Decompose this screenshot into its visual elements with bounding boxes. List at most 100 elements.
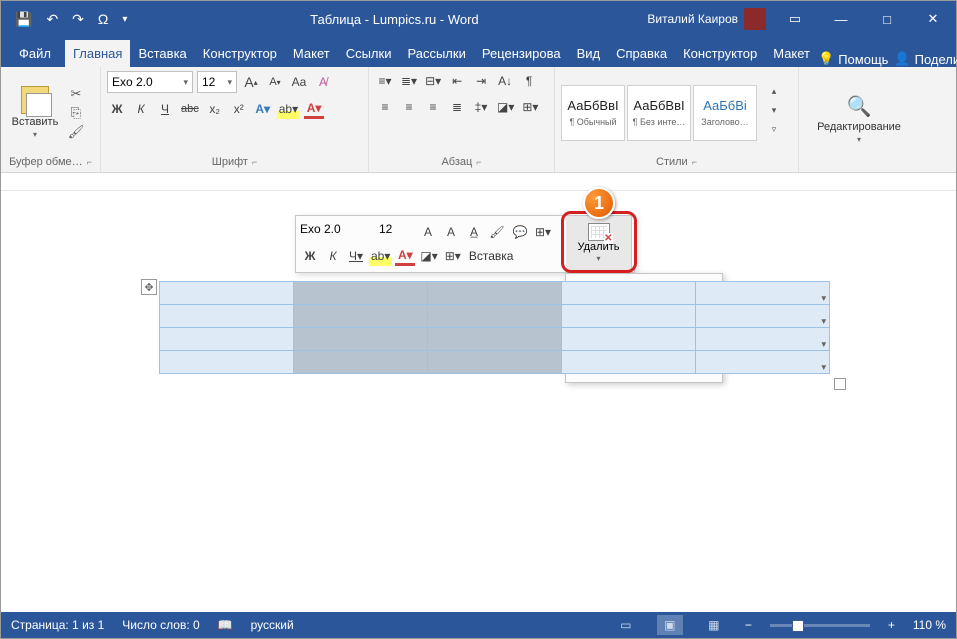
tab-references[interactable]: Ссылки (338, 40, 400, 67)
minimize-button[interactable]: — (818, 1, 864, 37)
read-mode-icon[interactable]: ▭ (613, 615, 639, 635)
subscript-button[interactable]: x₂ (205, 99, 225, 119)
qat-dropdown-icon[interactable]: ▾ (122, 14, 127, 25)
mini-insert-icon[interactable]: ⊞▾ (533, 222, 553, 242)
mini-styles-icon[interactable]: A̲ (464, 222, 484, 242)
align-left-icon[interactable]: ≡ (375, 97, 395, 117)
redo-icon[interactable]: ↷ (72, 11, 84, 28)
tab-view[interactable]: Вид (569, 40, 609, 67)
maximize-button[interactable]: □ (864, 1, 910, 37)
align-right-icon[interactable]: ≡ (423, 97, 443, 117)
horizontal-ruler[interactable] (1, 173, 956, 191)
mini-highlight-icon[interactable]: ab▾ (369, 246, 392, 266)
document-table[interactable]: ✥ (159, 281, 830, 374)
table-row[interactable] (160, 328, 830, 351)
user-account[interactable]: Виталий Каиров (647, 8, 772, 30)
mini-shading-icon[interactable]: ◪▾ (418, 246, 439, 266)
tab-insert[interactable]: Вставка (130, 40, 194, 67)
copy-icon[interactable]: ⎘ (67, 105, 85, 121)
justify-icon[interactable]: ≣ (447, 97, 467, 117)
web-layout-icon[interactable]: ▦ (701, 615, 727, 635)
mini-underline[interactable]: Ч▾ (346, 246, 366, 266)
tab-table-layout[interactable]: Макет (765, 40, 818, 67)
mini-new-comment-icon[interactable]: 💬 (510, 222, 530, 242)
shrink-font-icon[interactable]: A▾ (265, 72, 285, 92)
mini-format-painter-icon[interactable]: 🖌 (487, 222, 507, 242)
mini-font-color-icon[interactable]: A▾ (395, 246, 415, 266)
text-effects-icon[interactable]: A▾ (253, 99, 273, 119)
omega-icon[interactable]: Ω (98, 11, 108, 27)
print-layout-icon[interactable]: ▣ (657, 615, 683, 635)
grow-font-icon[interactable]: A▴ (241, 72, 261, 92)
mini-insert-button[interactable]: Вставка (466, 246, 517, 266)
font-color-icon[interactable]: A▾ (304, 99, 324, 119)
mini-italic[interactable]: К (323, 246, 343, 266)
underline-button[interactable]: Ч (155, 99, 175, 119)
styles-scroll-down-icon[interactable]: ▾ (765, 105, 783, 121)
sort-icon[interactable]: A↓ (495, 71, 515, 91)
mini-font-name[interactable]: Exo 2.0 (300, 222, 376, 242)
bullets-icon[interactable]: ≡▾ (375, 71, 395, 91)
format-painter-icon[interactable]: 🖌 (67, 124, 85, 140)
tab-mailings[interactable]: Рассылки (399, 40, 473, 67)
paste-button[interactable]: Вставить ▾ (7, 86, 63, 139)
save-icon[interactable]: 💾 (15, 11, 32, 28)
numbering-icon[interactable]: ≣▾ (399, 71, 419, 91)
undo-icon[interactable]: ↶ (46, 11, 58, 28)
proofing-icon[interactable]: 📖 (218, 618, 233, 632)
align-center-icon[interactable]: ≡ (399, 97, 419, 117)
share-button[interactable]: 👤 Поделиться (894, 51, 957, 67)
tab-layout[interactable]: Макет (285, 40, 338, 67)
delete-split-button[interactable]: Удалить ▾ (566, 215, 632, 271)
mini-bold[interactable]: Ж (300, 246, 320, 266)
styles-expand-icon[interactable]: ▿ (765, 124, 783, 140)
status-page[interactable]: Страница: 1 из 1 (11, 618, 104, 632)
italic-button[interactable]: К (131, 99, 151, 119)
decrease-indent-icon[interactable]: ⇤ (447, 71, 467, 91)
tab-review[interactable]: Рецензирова (474, 40, 569, 67)
zoom-slider[interactable] (770, 624, 870, 627)
zoom-level[interactable]: 110 % (913, 618, 946, 632)
tab-file[interactable]: Файл (5, 40, 65, 67)
font-name-select[interactable]: Exo 2.0 (107, 71, 193, 93)
cut-icon[interactable]: ✂ (67, 86, 85, 102)
mini-font-size[interactable]: 12 (379, 222, 415, 242)
tab-help[interactable]: Справка (608, 40, 675, 67)
tell-me[interactable]: 💡 Помощь (818, 51, 888, 67)
superscript-button[interactable]: x² (229, 99, 249, 119)
ribbon-options-button[interactable]: ▭ (772, 1, 818, 37)
tab-design[interactable]: Конструктор (195, 40, 285, 67)
tab-home[interactable]: Главная (65, 40, 130, 67)
font-size-select[interactable]: 12 (197, 71, 237, 93)
mini-shrink-icon[interactable]: A (441, 222, 461, 242)
table-row[interactable] (160, 282, 830, 305)
mini-grow-icon[interactable]: A (418, 222, 438, 242)
status-words[interactable]: Число слов: 0 (122, 618, 199, 632)
zoom-out-button[interactable]: − (745, 618, 752, 632)
bold-button[interactable]: Ж (107, 99, 127, 119)
borders-icon[interactable]: ⊞▾ (520, 97, 540, 117)
shading-icon[interactable]: ◪▾ (495, 97, 516, 117)
table-resize-handle[interactable] (834, 378, 846, 390)
tab-table-design[interactable]: Конструктор (675, 40, 765, 67)
close-button[interactable]: ✕ (910, 1, 956, 37)
styles-scroll-up-icon[interactable]: ▴ (765, 86, 783, 102)
table-row[interactable] (160, 351, 830, 374)
status-language[interactable]: русский (251, 618, 294, 632)
increase-indent-icon[interactable]: ⇥ (471, 71, 491, 91)
zoom-in-button[interactable]: + (888, 618, 895, 632)
style-nospacing[interactable]: АаБбВвІ ¶ Без инте… (627, 85, 691, 141)
clear-format-icon[interactable]: A̸ (313, 72, 333, 92)
style-heading1[interactable]: АаБбВі Заголово… (693, 85, 757, 141)
change-case-icon[interactable]: Aa (289, 72, 309, 92)
multilevel-icon[interactable]: ⊟▾ (423, 71, 443, 91)
show-marks-icon[interactable]: ¶ (519, 71, 539, 91)
line-spacing-icon[interactable]: ‡▾ (471, 97, 491, 117)
strike-button[interactable]: abc (179, 99, 201, 119)
style-normal[interactable]: АаБбВвІ ¶ Обычный (561, 85, 625, 141)
table-row[interactable] (160, 305, 830, 328)
table-move-handle[interactable]: ✥ (141, 279, 157, 295)
find-button[interactable]: 🔍 Редактирование ▾ (831, 94, 887, 144)
mini-borders-icon[interactable]: ⊞▾ (443, 246, 463, 266)
highlight-icon[interactable]: ab▾ (277, 99, 300, 119)
